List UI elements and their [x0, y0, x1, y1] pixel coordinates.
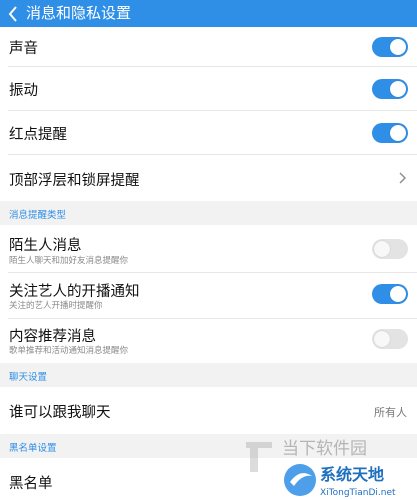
back-button[interactable]: [0, 0, 26, 27]
chevron-left-icon: [8, 5, 17, 22]
row-label: 声音: [9, 41, 38, 57]
row-description: 歌单推荐和活动通知消息提醒你: [9, 346, 129, 356]
row-label: 顶部浮层和锁屏提醒: [9, 173, 140, 189]
row-label: 黑名单: [9, 476, 53, 492]
watermark-text-1: 当下软件园: [282, 439, 367, 459]
toggle-knob: [390, 125, 406, 141]
vibration-toggle[interactable]: [372, 79, 408, 99]
section-title: 聊天设置: [9, 372, 48, 383]
row-label: 关注艺人的开播通知: [9, 284, 140, 300]
settings-row-float-lock[interactable]: 顶部浮层和锁屏提醒: [0, 155, 417, 201]
watermark-text-2: 系统天地: [320, 465, 384, 484]
row-label: 陌生人消息: [9, 238, 82, 254]
toggle-knob: [390, 81, 406, 97]
toggle-knob: [374, 331, 390, 347]
settings-row-vibration[interactable]: 振动: [0, 67, 417, 111]
section-title: 消息提醒类型: [9, 210, 67, 221]
red-dot-toggle[interactable]: [372, 123, 408, 143]
settings-row-artist-live[interactable]: 关注艺人的开播通知 关注的艺人开播时提醒你: [0, 273, 417, 319]
settings-row-content-recommend[interactable]: 内容推荐消息 歌单推荐和活动通知消息提醒你: [0, 319, 417, 363]
artist-live-toggle[interactable]: [372, 284, 408, 304]
row-label: 红点提醒: [9, 127, 67, 143]
settings-row-sound[interactable]: 声音: [0, 27, 417, 67]
watermark-url: XiTongTianDi.net: [320, 488, 396, 498]
section-header-chat: 聊天设置: [0, 363, 417, 387]
section-title: 黑名单设置: [9, 443, 57, 454]
row-label: 内容推荐消息: [9, 329, 96, 345]
sound-toggle[interactable]: [372, 37, 408, 57]
toggle-knob: [390, 39, 406, 55]
settings-row-who-can-chat[interactable]: 谁可以跟我聊天 所有人: [0, 387, 417, 434]
row-description: 陌生人聊天和加好友消息提醒你: [9, 256, 129, 266]
chevron-right-icon: [399, 172, 406, 184]
row-description: 关注的艺人开播时提醒你: [9, 301, 103, 311]
watermark-logo: 当下软件园 系统天地 XiTongTianDi.net: [246, 439, 396, 498]
app-header: 消息和隐私设置: [0, 0, 417, 27]
toggle-knob: [390, 286, 406, 302]
stranger-messages-toggle[interactable]: [372, 239, 408, 259]
settings-row-stranger-messages[interactable]: 陌生人消息 陌生人聊天和加好友消息提醒你: [0, 225, 417, 273]
settings-row-red-dot[interactable]: 红点提醒: [0, 111, 417, 155]
chat-permission-value: 所有人: [374, 406, 407, 419]
toggle-knob: [374, 241, 390, 257]
row-label: 谁可以跟我聊天: [9, 405, 111, 421]
row-label: 振动: [9, 83, 38, 99]
section-header-notice-types: 消息提醒类型: [0, 201, 417, 225]
page-title: 消息和隐私设置: [26, 4, 132, 22]
content-recommend-toggle[interactable]: [372, 329, 408, 349]
